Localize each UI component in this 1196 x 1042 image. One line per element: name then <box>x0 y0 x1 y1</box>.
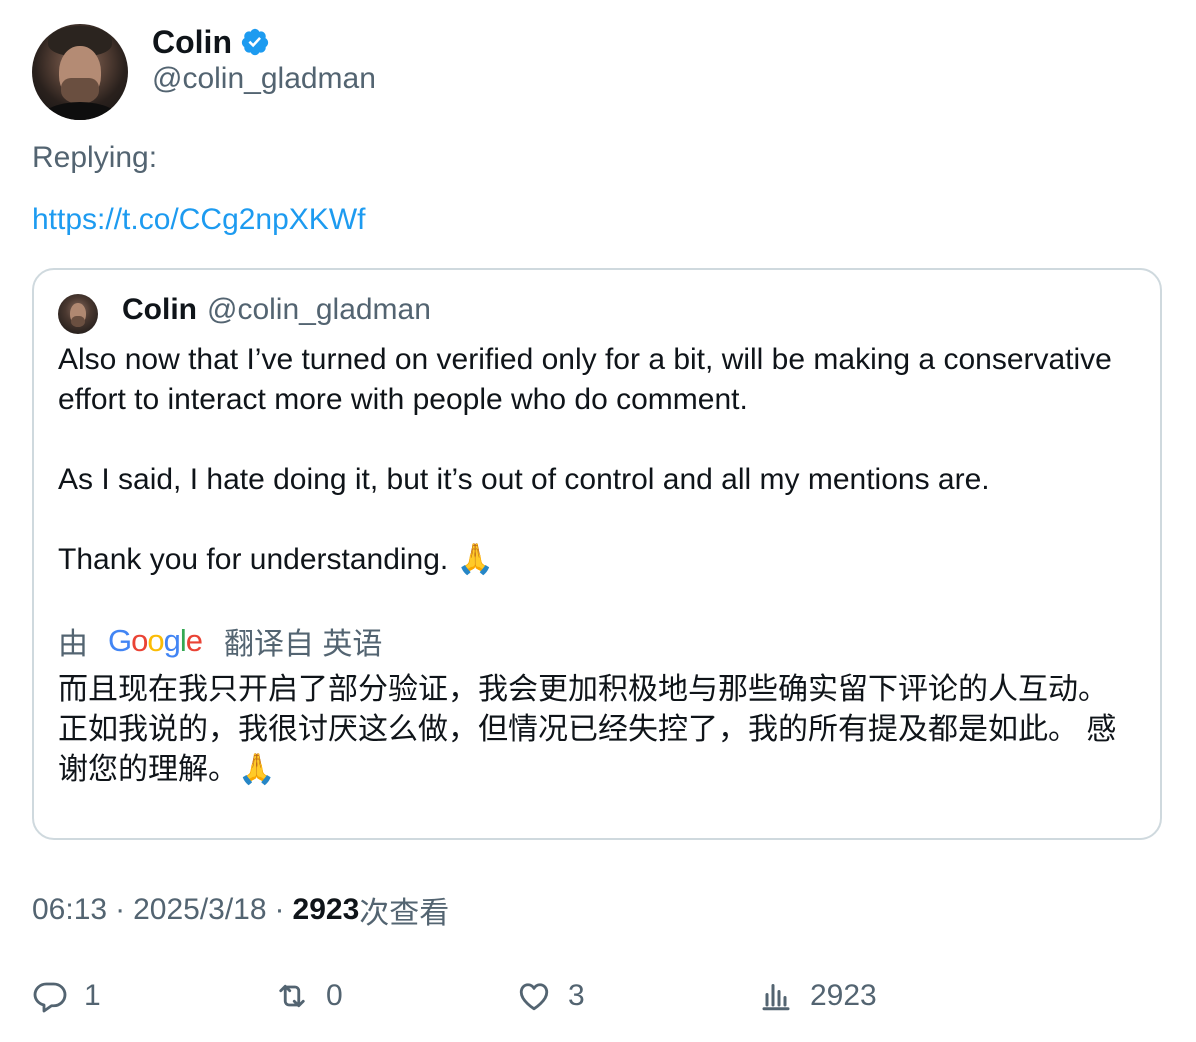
replying-label: Replying: <box>32 141 158 174</box>
translation-suffix: 翻译自 英语 <box>224 628 383 661</box>
google-logo: Google <box>108 623 203 658</box>
heart-icon <box>519 983 549 1011</box>
author-handle[interactable]: @colin_gladman <box>152 62 376 96</box>
translation-prefix: 由 <box>58 628 88 661</box>
quoted-paragraph-1: Also now that I’ve turned on verified on… <box>58 343 1112 416</box>
retweet-button[interactable]: 0 <box>274 976 343 1016</box>
author-display-name[interactable]: Colin <box>152 24 232 61</box>
reply-link[interactable]: https://t.co/CCg2npXKWf <box>32 203 365 237</box>
quoted-paragraph-3: Thank you for understanding. 🙏 <box>58 543 494 576</box>
reply-icon <box>33 982 67 1013</box>
author-avatar[interactable] <box>32 24 128 120</box>
verified-badge-icon[interactable] <box>240 27 270 57</box>
like-count: 3 <box>568 979 585 1012</box>
tweet-date[interactable]: 2025/3/18 <box>133 893 266 927</box>
views-count: 2923 <box>292 893 360 926</box>
quoted-author-avatar[interactable] <box>58 294 98 334</box>
retweet-icon <box>279 984 305 1008</box>
reply-button[interactable]: 1 <box>32 976 101 1016</box>
analytics-icon <box>762 984 790 1011</box>
reply-count: 1 <box>84 979 101 1012</box>
tweet-time[interactable]: 06:13 <box>32 893 107 927</box>
quoted-tweet-header: Colin @colin_gladman <box>122 291 431 329</box>
author-name-row[interactable]: Colin <box>152 22 270 62</box>
views-action-count: 2923 <box>810 979 877 1012</box>
translated-text: 而且现在我只开启了部分验证，我会更加积极地与那些确实留下评论的人互动。 正如我说… <box>58 673 1117 786</box>
translation-attribution: 由 Google 翻译自 英语 <box>58 621 382 661</box>
meta-separator-1: · <box>115 893 126 926</box>
retweet-count: 0 <box>326 979 343 1012</box>
views-button[interactable]: 2923 <box>758 976 877 1016</box>
like-button[interactable]: 3 <box>516 976 585 1016</box>
tweet-meta: 06:13 · 2025/3/18 · 2923 次查看 <box>32 888 449 932</box>
meta-separator-2: · <box>274 893 285 926</box>
quoted-author-handle: @colin_gladman <box>207 293 431 326</box>
quoted-author-name: Colin <box>122 293 197 326</box>
quoted-paragraph-2: As I said, I hate doing it, but it’s out… <box>58 463 990 496</box>
views-label: 次查看 <box>359 897 450 930</box>
quoted-tweet-text: Also now that I’ve turned on verified on… <box>58 340 1138 580</box>
